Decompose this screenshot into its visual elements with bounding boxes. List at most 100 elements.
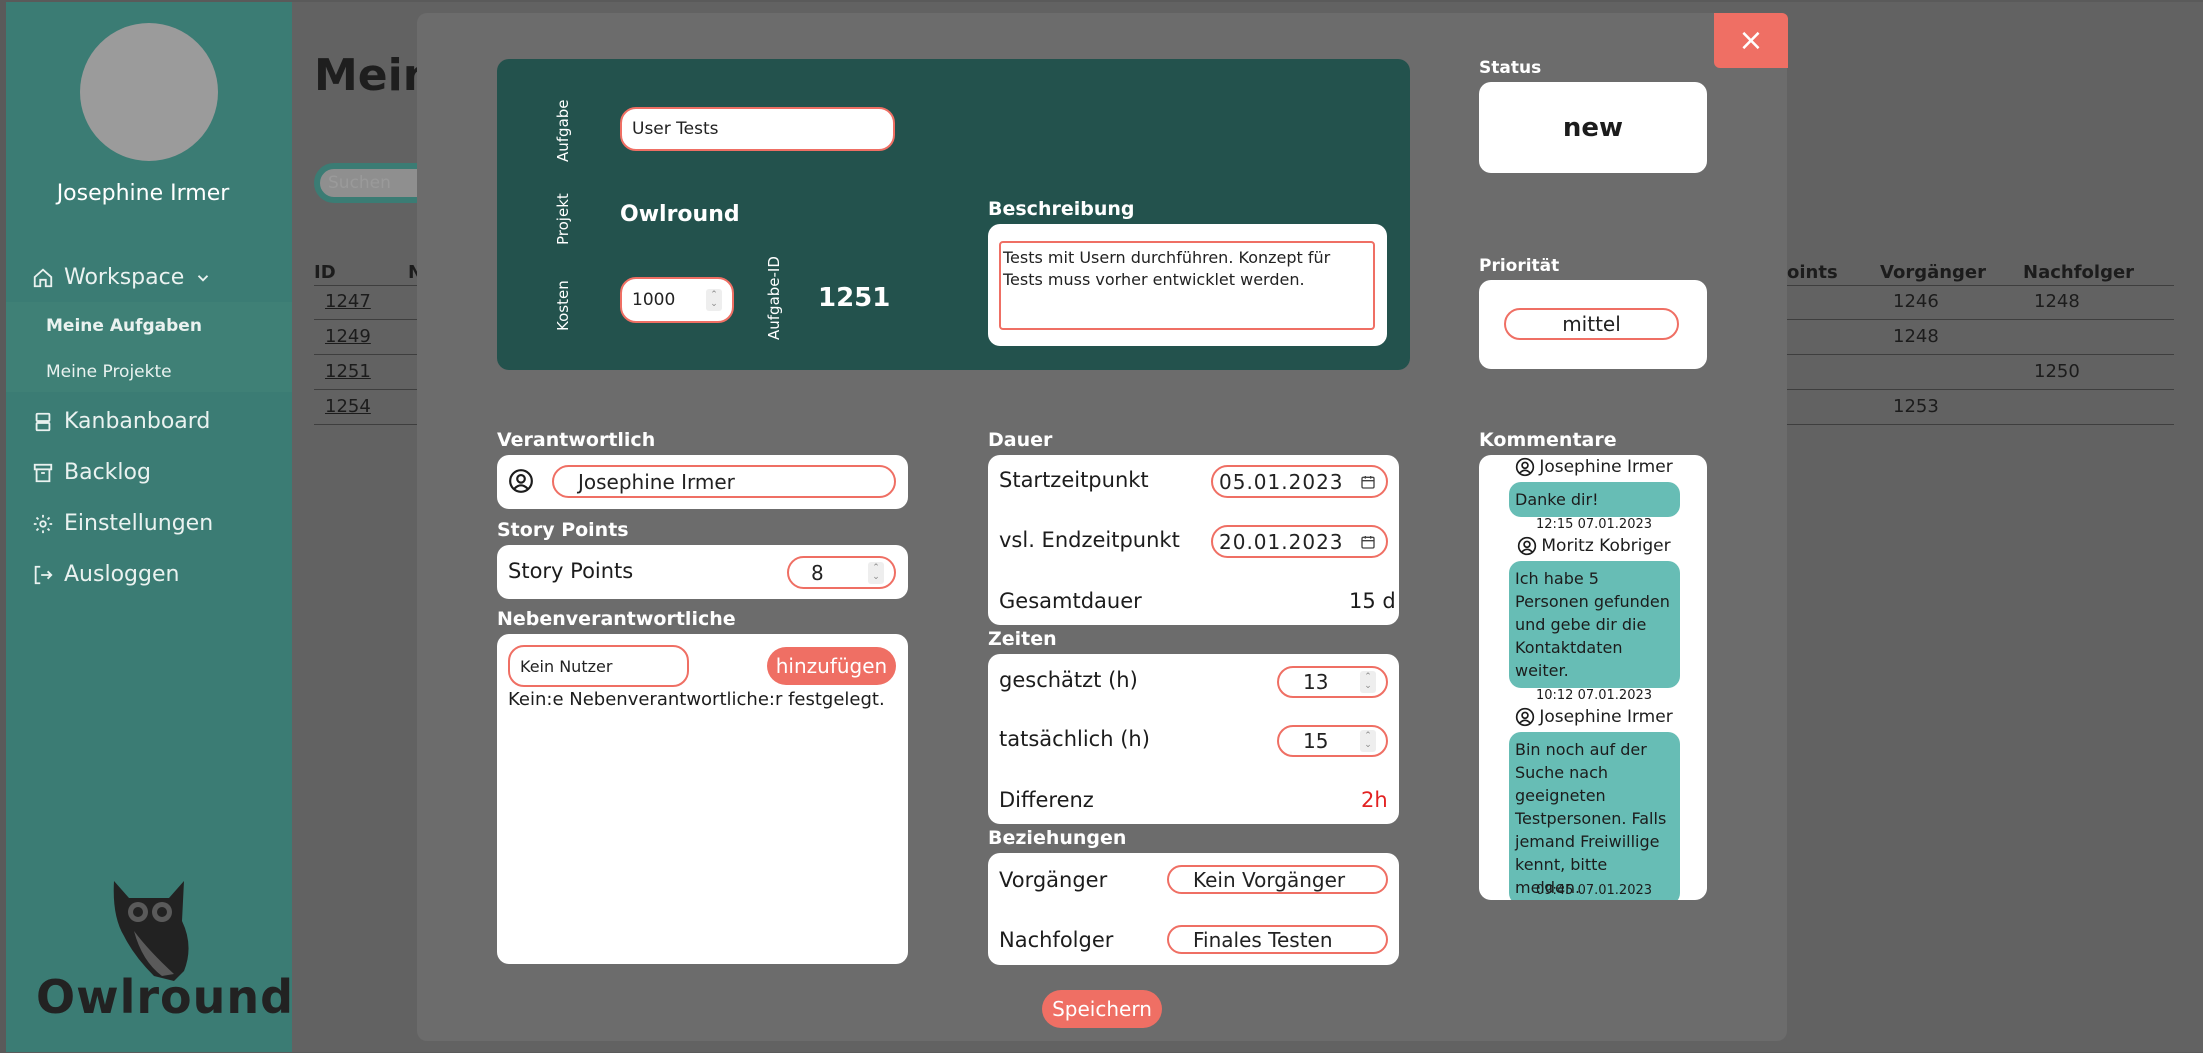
column-header-vorgaenger[interactable]: Vorgänger <box>1880 262 1986 283</box>
kanban-icon <box>35 412 51 431</box>
vorgaenger-label: Vorgänger <box>999 868 1108 892</box>
start-date-value: 05.01.2023 <box>1219 469 1344 494</box>
column-header-nachfolger[interactable]: Nachfolger <box>2023 262 2134 283</box>
end-date-value: 20.01.2023 <box>1219 529 1344 554</box>
story-points-label: Story Points <box>508 559 634 583</box>
start-date-input[interactable]: 05.01.2023 <box>1211 465 1388 498</box>
status-label: Status <box>1479 58 1542 78</box>
add-neben-button[interactable]: hinzufügen <box>767 647 896 685</box>
comment-author-name: Josephine Irmer <box>1539 457 1673 477</box>
stepper-icon[interactable]: ⌃ ⌄ <box>1360 730 1376 752</box>
verantwortlich-select[interactable]: Josephine Irmer <box>552 465 896 498</box>
user-circle-icon <box>509 469 533 493</box>
vorgaenger-select[interactable]: Kein Vorgänger <box>1167 865 1388 894</box>
sidebar-item-kanbanboard[interactable]: Kanbanboard <box>32 409 210 434</box>
stepper-icon[interactable]: ⌃ ⌄ <box>868 561 884 584</box>
end-date-input[interactable]: 20.01.2023 <box>1211 525 1388 558</box>
chevron-down-icon <box>198 274 209 282</box>
comment-author: Josephine Irmer <box>1479 707 1707 727</box>
calendar-icon[interactable] <box>1360 474 1376 490</box>
stepper-icon[interactable]: ⌃ ⌄ <box>1360 671 1376 693</box>
comment-author-name: Moritz Kobriger <box>1541 536 1671 556</box>
sidebar-item-label: Backlog <box>64 460 151 485</box>
tatsaechlich-input[interactable]: 15 ⌃ ⌄ <box>1277 725 1388 757</box>
aufgabe-id-label: Aufgabe-ID <box>765 256 783 340</box>
logout-icon <box>34 565 53 584</box>
sidebar-item-einstellungen[interactable]: Einstellungen <box>32 511 213 536</box>
sidebar-item-label: Kanbanboard <box>64 409 211 434</box>
sidebar-item-label: Ausloggen <box>64 562 180 587</box>
kosten-label: Kosten <box>554 280 572 331</box>
table-cell-vorgaenger: 1248 <box>1893 326 1939 347</box>
sidebar-item-backlog[interactable]: Backlog <box>32 460 151 485</box>
table-cell-id[interactable]: 1249 <box>325 326 371 347</box>
geschaetzt-value: 13 <box>1303 670 1329 694</box>
column-header-storypoints[interactable]: oints <box>1787 262 1838 283</box>
kosten-input[interactable]: 1000 ⌃ ⌄ <box>620 277 734 323</box>
comment-bubble: Ich habe 5 Personen gefunden und gebe di… <box>1509 561 1680 688</box>
gesamt-label: Gesamtdauer <box>999 589 1142 613</box>
save-button[interactable]: Speichern <box>1042 990 1162 1028</box>
home-icon <box>33 268 53 287</box>
stepper-icon[interactable]: ⌃ ⌄ <box>706 289 722 311</box>
comment-author-name: Josephine Irmer <box>1539 707 1673 727</box>
status-badge[interactable]: new <box>1479 82 1707 173</box>
sidebar-user-name: Josephine Irmer <box>56 181 230 206</box>
comment-author: Josephine Irmer <box>1479 457 1707 477</box>
comment-bubble: Danke dir! <box>1509 482 1680 517</box>
user-avatar[interactable] <box>80 23 218 161</box>
neben-empty-text: Kein:e Nebenverantwortliche:r festgelegt… <box>508 689 885 710</box>
kommentare-label: Kommentare <box>1479 429 1617 451</box>
table-cell-vorgaenger: 1253 <box>1893 396 1939 417</box>
kosten-value: 1000 <box>632 290 676 310</box>
aufgabe-input[interactable]: User Tests <box>620 107 895 151</box>
user-circle-icon <box>1516 707 1535 727</box>
geschaetzt-label: geschätzt (h) <box>999 668 1138 692</box>
close-icon: × <box>1738 23 1764 58</box>
start-label: Startzeitpunkt <box>999 468 1149 492</box>
tatsaechlich-label: tatsächlich (h) <box>999 727 1150 751</box>
story-points-section-label: Story Points <box>497 519 629 541</box>
table-cell-nachfolger: 1250 <box>2034 361 2080 382</box>
beschreibung-textarea[interactable]: Tests mit Usern durchführen. Konzept für… <box>999 241 1375 330</box>
sidebar-item-ausloggen[interactable]: Ausloggen <box>32 562 179 587</box>
archive-icon <box>33 463 53 482</box>
dauer-label: Dauer <box>988 429 1053 451</box>
table-cell-id[interactable]: 1251 <box>325 361 371 382</box>
gear-icon <box>33 514 53 533</box>
sidebar-item-meine-projekte[interactable]: Meine Projekte <box>46 362 172 382</box>
table-cell-id[interactable]: 1247 <box>325 291 371 312</box>
comment-time: 10:12 07.01.2023 <box>1535 688 1653 703</box>
sidebar-item-workspace[interactable]: Workspace <box>32 265 212 290</box>
neben-user-select[interactable]: Kein Nutzer <box>508 645 689 687</box>
differenz-value: 2h <box>1361 788 1388 812</box>
story-points-input[interactable]: 8 ⌃ ⌄ <box>787 556 896 589</box>
user-circle-icon <box>1518 536 1537 556</box>
gesamt-value: 15 d <box>1349 589 1396 613</box>
comment-bubble: Bin noch auf der Suche nach geeigneten T… <box>1509 732 1680 900</box>
close-button[interactable]: × <box>1714 13 1788 68</box>
tatsaechlich-value: 15 <box>1303 729 1329 753</box>
aufgabe-label: Aufgabe <box>554 99 572 162</box>
sidebar-item-meine-aufgaben[interactable]: Meine Aufgaben <box>46 316 202 336</box>
end-label: vsl. Endzeitpunkt <box>999 528 1180 552</box>
sidebar-item-label: Workspace <box>64 265 185 290</box>
differenz-label: Differenz <box>999 788 1094 812</box>
story-points-value: 8 <box>811 560 824 585</box>
table-cell-nachfolger: 1248 <box>2034 291 2080 312</box>
calendar-icon[interactable] <box>1360 534 1376 550</box>
prioritaet-label: Priorität <box>1479 256 1560 276</box>
geschaetzt-input[interactable]: 13 ⌃ ⌄ <box>1277 666 1388 698</box>
nachfolger-select[interactable]: Finales Testen <box>1167 925 1388 954</box>
column-header-id[interactable]: ID <box>314 262 336 283</box>
prioritaet-select[interactable]: mittel <box>1504 308 1679 340</box>
sidebar-item-label: Einstellungen <box>64 511 214 536</box>
beschreibung-label: Beschreibung <box>988 198 1135 220</box>
table-cell-id[interactable]: 1254 <box>325 396 371 417</box>
logo-text: Owlround <box>36 970 295 1024</box>
projekt-value: Owlround <box>620 202 740 227</box>
comment-author: Moritz Kobriger <box>1479 536 1707 556</box>
verantwortlich-label: Verantwortlich <box>497 429 656 451</box>
comments-card: Josephine Irmer Danke dir! 12:15 07.01.2… <box>1479 455 1707 900</box>
comment-time: 12:15 07.01.2023 <box>1535 517 1653 532</box>
